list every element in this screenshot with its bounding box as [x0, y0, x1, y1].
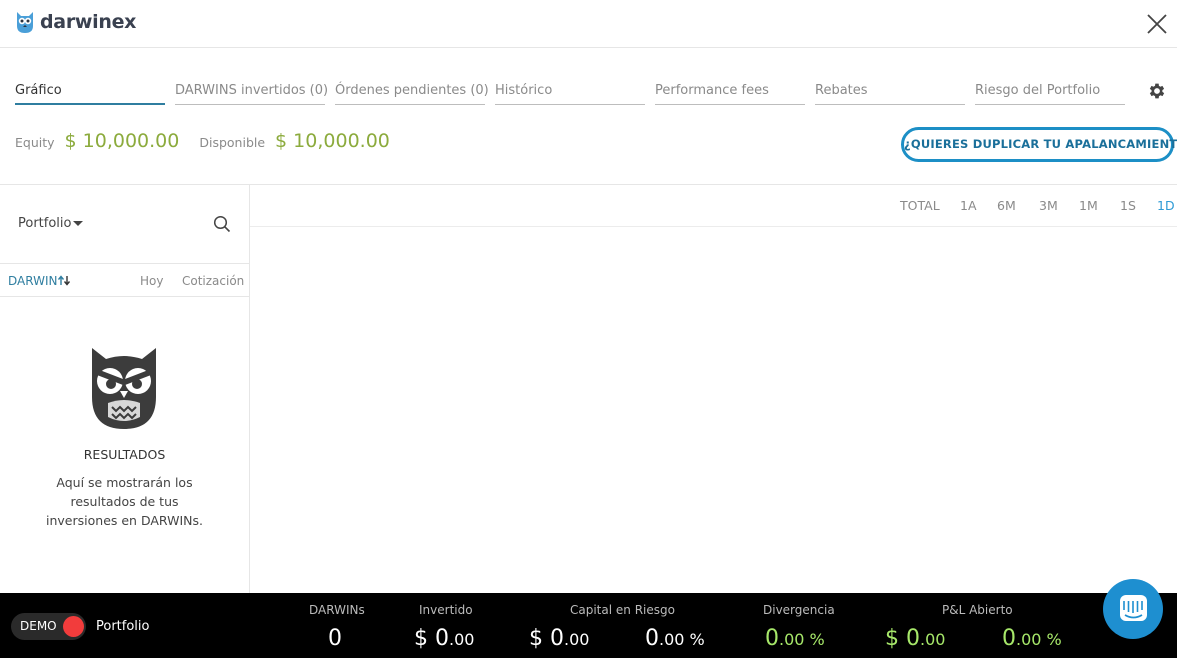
- tab-ordenes-pendientes[interactable]: Órdenes pendientes (0): [335, 80, 489, 105]
- stat-capital-risk-label: Capital en Riesgo: [570, 603, 675, 617]
- equity-label: Equity: [15, 135, 55, 150]
- equity-summary: Equity $ 10,000.00 Disponible $ 10,000.0…: [15, 130, 410, 160]
- stat-darwins-label: DARWINs: [309, 603, 365, 617]
- search-icon[interactable]: [213, 215, 231, 233]
- stat-divergence-value: 0.00 %: [765, 626, 825, 651]
- available-label: Disponible: [199, 135, 266, 150]
- period-1s[interactable]: 1S: [1120, 198, 1136, 213]
- empty-results-text: Aquí se mostrarán los resultados de tus …: [46, 475, 203, 528]
- stat-pnl-dec: .00: [920, 630, 946, 649]
- gear-icon[interactable]: [1147, 81, 1167, 101]
- period-1m[interactable]: 1M: [1079, 198, 1098, 213]
- stat-pnl-pct-int: 0: [1002, 626, 1016, 651]
- duplicate-leverage-button[interactable]: ¿QUIERES DUPLICAR TU APALANCAMIENTO?: [901, 127, 1177, 162]
- toggle-knob: [63, 616, 84, 637]
- period-total[interactable]: TOTAL: [900, 198, 940, 213]
- chat-icon: [1120, 595, 1147, 621]
- stat-divergence-int: 0: [765, 626, 779, 651]
- stat-pnl-pct-dec: .00 %: [1016, 630, 1062, 649]
- results-column-header: DARWIN Hoy Cotización: [0, 263, 249, 297]
- app-header: darwinex: [0, 0, 1177, 48]
- stat-invested-int: $ 0: [414, 626, 449, 651]
- chat-launcher-button[interactable]: [1103, 579, 1163, 639]
- tab-riesgo-portfolio[interactable]: Riesgo del Portfolio: [975, 80, 1125, 105]
- footer-portfolio-label: Portfolio: [96, 619, 150, 634]
- portfolio-dropdown[interactable]: Portfolio: [18, 216, 84, 231]
- stat-capital-risk-int: $ 0: [529, 626, 564, 651]
- column-today[interactable]: Hoy: [140, 274, 163, 288]
- stat-darwins-value: 0: [328, 626, 342, 651]
- period-1a[interactable]: 1A: [960, 198, 977, 213]
- stat-capital-risk-dec: .00: [564, 630, 590, 649]
- period-3m[interactable]: 3M: [1039, 198, 1058, 213]
- period-1d[interactable]: 1D: [1157, 198, 1175, 213]
- footer-stats-bar: DEMO Portfolio DARWINs 0 Invertido $ 0.0…: [0, 593, 1177, 658]
- logo-text: darwinex: [40, 11, 137, 33]
- demo-toggle[interactable]: DEMO: [11, 613, 86, 640]
- period-6m[interactable]: 6M: [997, 198, 1016, 213]
- portfolio-sidebar: Portfolio DARWIN Hoy Cotización RESULTAD…: [0, 185, 250, 593]
- darwinex-logo[interactable]: darwinex: [14, 10, 136, 34]
- chart-period-selector: TOTAL 1A 6M 3M 1M 1S 1D: [250, 185, 1177, 227]
- equity-value: $ 10,000.00: [64, 130, 180, 152]
- stat-pnl-pct: 0.00 %: [1002, 626, 1062, 651]
- stat-capital-risk-pct-int: 0: [645, 626, 659, 651]
- empty-results-title: RESULTADOS: [83, 447, 166, 462]
- caret-down-icon: [73, 221, 84, 226]
- stat-pnl-label: P&L Abierto: [942, 603, 1013, 617]
- tab-historico[interactable]: Histórico: [495, 80, 645, 105]
- stat-invested-label: Invertido: [419, 603, 473, 617]
- demo-label: DEMO: [20, 619, 57, 633]
- available-value: $ 10,000.00: [275, 130, 390, 152]
- stat-invested-dec: .00: [449, 630, 475, 649]
- stat-invested-value: $ 0.00: [414, 626, 474, 651]
- close-icon[interactable]: [1145, 12, 1169, 36]
- stat-capital-risk-value: $ 0.00: [529, 626, 589, 651]
- stat-pnl-int: $ 0: [885, 626, 920, 651]
- column-darwin-label: DARWIN: [8, 274, 58, 288]
- column-quote[interactable]: Cotización: [182, 274, 244, 288]
- tab-rebates[interactable]: Rebates: [815, 80, 965, 105]
- stat-pnl-value: $ 0.00: [885, 626, 945, 651]
- stat-capital-risk-pct: 0.00 %: [645, 626, 705, 651]
- sort-icon: [58, 275, 71, 286]
- tab-performance-fees[interactable]: Performance fees: [655, 80, 805, 105]
- portfolio-dropdown-label: Portfolio: [18, 216, 72, 231]
- owl-logo-icon: [17, 12, 33, 33]
- chart-area: [250, 228, 1177, 593]
- stat-divergence-label: Divergencia: [763, 603, 835, 617]
- column-darwin[interactable]: DARWIN: [8, 274, 71, 288]
- stat-capital-risk-pct-dec: .00 %: [659, 630, 705, 649]
- tab-grafico[interactable]: Gráfico: [15, 80, 165, 105]
- stat-divergence-dec: .00 %: [779, 630, 825, 649]
- tab-darwins-invertidos[interactable]: DARWINS invertidos (0): [175, 80, 328, 105]
- owl-empty-state-icon: [92, 348, 156, 429]
